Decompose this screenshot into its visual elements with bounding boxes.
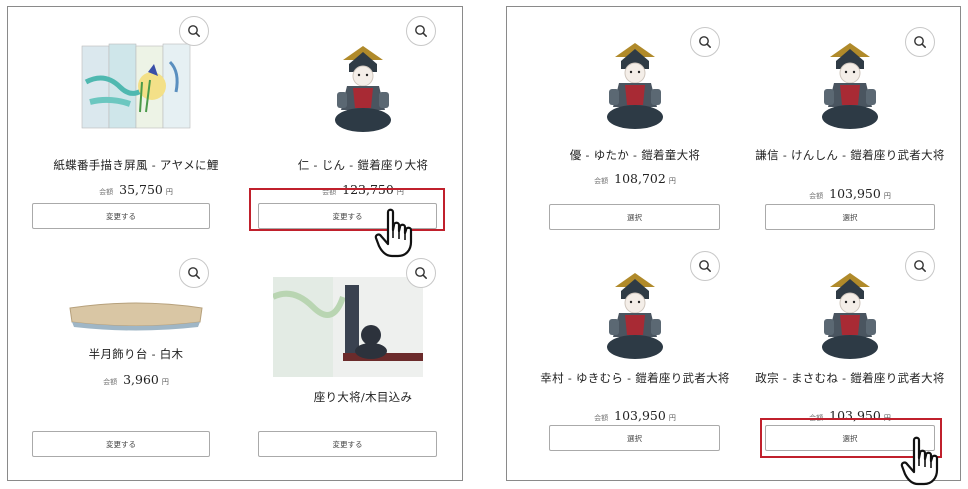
tax-label: 会額 bbox=[594, 177, 609, 185]
price-amount: 3,960 bbox=[123, 372, 159, 387]
product-image[interactable] bbox=[273, 277, 423, 377]
change-button[interactable]: 変更する bbox=[32, 431, 210, 457]
pointing-hand-cursor-icon bbox=[374, 208, 416, 258]
price-amount: 35,750 bbox=[119, 182, 163, 197]
price-amount: 103,950 bbox=[829, 186, 881, 201]
zoom-icon bbox=[698, 259, 712, 273]
zoom-icon bbox=[414, 24, 428, 38]
tax-label: 会額 bbox=[103, 378, 118, 386]
product-price: 会額 103,950 円 bbox=[530, 405, 740, 424]
product-card: 半月飾り台 - 白木 会額 3,960 円 変更する bbox=[31, 257, 241, 472]
tax-label: 会額 bbox=[99, 188, 114, 196]
zoom-button[interactable] bbox=[690, 251, 720, 281]
select-button[interactable]: 選択 bbox=[765, 204, 935, 230]
zoom-icon bbox=[187, 24, 201, 38]
product-card: 優 - ゆたか - 鎧着童大将 会額 108,702 円 選択 bbox=[530, 15, 740, 230]
folding-screen-image bbox=[81, 43, 191, 129]
zoom-button[interactable] bbox=[905, 251, 935, 281]
zoom-button[interactable] bbox=[905, 27, 935, 57]
zoom-button[interactable] bbox=[179, 16, 209, 46]
samurai-doll-image bbox=[595, 35, 675, 135]
product-name[interactable]: 優 - ゆたか - 鎧着童大将 bbox=[530, 148, 740, 163]
zoom-icon bbox=[913, 35, 927, 49]
zoom-button[interactable] bbox=[406, 258, 436, 288]
zoom-button[interactable] bbox=[690, 27, 720, 57]
currency-label: 円 bbox=[668, 414, 676, 422]
samurai-doll-image bbox=[323, 38, 403, 138]
zoom-icon bbox=[414, 266, 428, 280]
product-name[interactable]: 政宗 - まさむね - 鎧着座り武者大将 bbox=[745, 371, 955, 386]
product-price: 会額 35,750 円 bbox=[31, 179, 241, 198]
select-button[interactable]: 選択 bbox=[549, 425, 720, 451]
change-button[interactable]: 変更する bbox=[32, 203, 210, 229]
product-image[interactable] bbox=[31, 287, 241, 347]
product-name[interactable]: 紙蝶番手描き屏風 - アヤメに鯉 bbox=[31, 158, 241, 173]
change-button[interactable]: 変更する bbox=[258, 431, 437, 457]
product-card: 幸村 - ゆきむら - 鎧着座り武者大将 会額 103,950 円 選択 bbox=[530, 247, 740, 462]
product-card: 紙蝶番手描き屏風 - アヤメに鯉 会額 35,750 円 変更する bbox=[31, 15, 241, 230]
product-name[interactable]: 謙信 - けんしん - 鎧着座り武者大将 bbox=[745, 148, 955, 163]
currency-label: 円 bbox=[165, 188, 173, 196]
samurai-doll-image bbox=[810, 35, 890, 135]
samurai-doll-image bbox=[810, 265, 890, 365]
product-card: 座り大将/木目込み 変更する bbox=[258, 257, 468, 472]
product-price: 会額 103,950 円 bbox=[745, 183, 955, 202]
currency-label: 円 bbox=[161, 378, 169, 386]
price-amount: 103,950 bbox=[614, 408, 666, 423]
product-price: 会額 3,960 円 bbox=[31, 369, 241, 388]
product-image[interactable] bbox=[31, 37, 241, 137]
zoom-icon bbox=[913, 259, 927, 273]
product-grid-panel-right: 優 - ゆたか - 鎧着童大将 会額 108,702 円 選択 謙信 - けんしん … bbox=[506, 6, 961, 481]
currency-label: 円 bbox=[668, 177, 676, 185]
price-amount: 108,702 bbox=[614, 171, 666, 186]
currency-label: 円 bbox=[883, 192, 891, 200]
zoom-icon bbox=[187, 266, 201, 280]
samurai-doll-image bbox=[595, 265, 675, 365]
tax-label: 会額 bbox=[594, 414, 609, 422]
product-name[interactable]: 半月飾り台 - 白木 bbox=[31, 347, 241, 362]
seated-general-photo-image bbox=[273, 277, 423, 377]
product-name[interactable]: 仁 - じん - 鎧着座り大将 bbox=[258, 158, 468, 173]
product-image[interactable] bbox=[258, 33, 468, 143]
zoom-button[interactable] bbox=[406, 16, 436, 46]
zoom-button[interactable] bbox=[179, 258, 209, 288]
product-name[interactable]: 幸村 - ゆきむら - 鎧着座り武者大将 bbox=[530, 371, 740, 386]
pointing-hand-cursor-icon bbox=[900, 436, 942, 486]
select-button[interactable]: 選択 bbox=[549, 204, 720, 230]
half-moon-stand-image bbox=[69, 302, 203, 331]
product-card: 謙信 - けんしん - 鎧着座り武者大将 会額 103,950 円 選択 bbox=[745, 15, 955, 230]
zoom-icon bbox=[698, 35, 712, 49]
product-price: 会額 108,702 円 bbox=[530, 168, 740, 187]
product-name[interactable]: 座り大将/木目込み bbox=[258, 390, 468, 405]
tax-label: 会額 bbox=[809, 192, 824, 200]
